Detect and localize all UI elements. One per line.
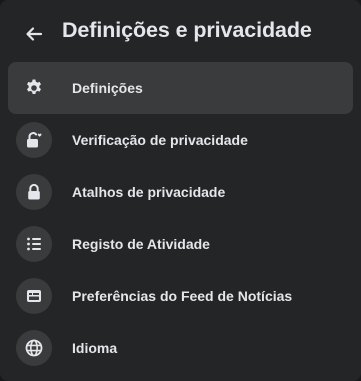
- globe-icon: [16, 330, 52, 366]
- back-button[interactable]: [16, 16, 52, 52]
- menu-item-label: Registo de Atividade: [72, 236, 210, 252]
- menu-item-preferencias-feed[interactable]: Preferências do Feed de Notícias: [8, 270, 353, 322]
- menu-item-definicoes[interactable]: Definições: [8, 62, 353, 114]
- lock-icon: [16, 174, 52, 210]
- gear-icon: [16, 70, 52, 106]
- feed-icon: [16, 278, 52, 314]
- menu-item-idioma[interactable]: Idioma: [8, 322, 353, 374]
- menu-item-registo-atividade[interactable]: Registo de Atividade: [8, 218, 353, 270]
- arrow-left-icon: [24, 24, 44, 44]
- settings-menu: Definições Verificação de privacidade At…: [8, 62, 353, 374]
- menu-item-label: Atalhos de privacidade: [72, 184, 226, 200]
- settings-privacy-panel: Definições e privacidade Definições Veri…: [0, 0, 361, 381]
- menu-item-label: Verificação de privacidade: [72, 132, 248, 148]
- menu-item-verificacao-privacidade[interactable]: Verificação de privacidade: [8, 114, 353, 166]
- lock-heart-icon: [16, 122, 52, 158]
- menu-item-label: Idioma: [72, 340, 118, 356]
- panel-header: Definições e privacidade: [0, 0, 361, 64]
- page-title: Definições e privacidade: [62, 18, 312, 42]
- menu-item-label: Preferências do Feed de Notícias: [72, 288, 293, 304]
- menu-item-label: Definições: [72, 80, 143, 96]
- list-icon: [16, 226, 52, 262]
- menu-item-atalhos-privacidade[interactable]: Atalhos de privacidade: [8, 166, 353, 218]
